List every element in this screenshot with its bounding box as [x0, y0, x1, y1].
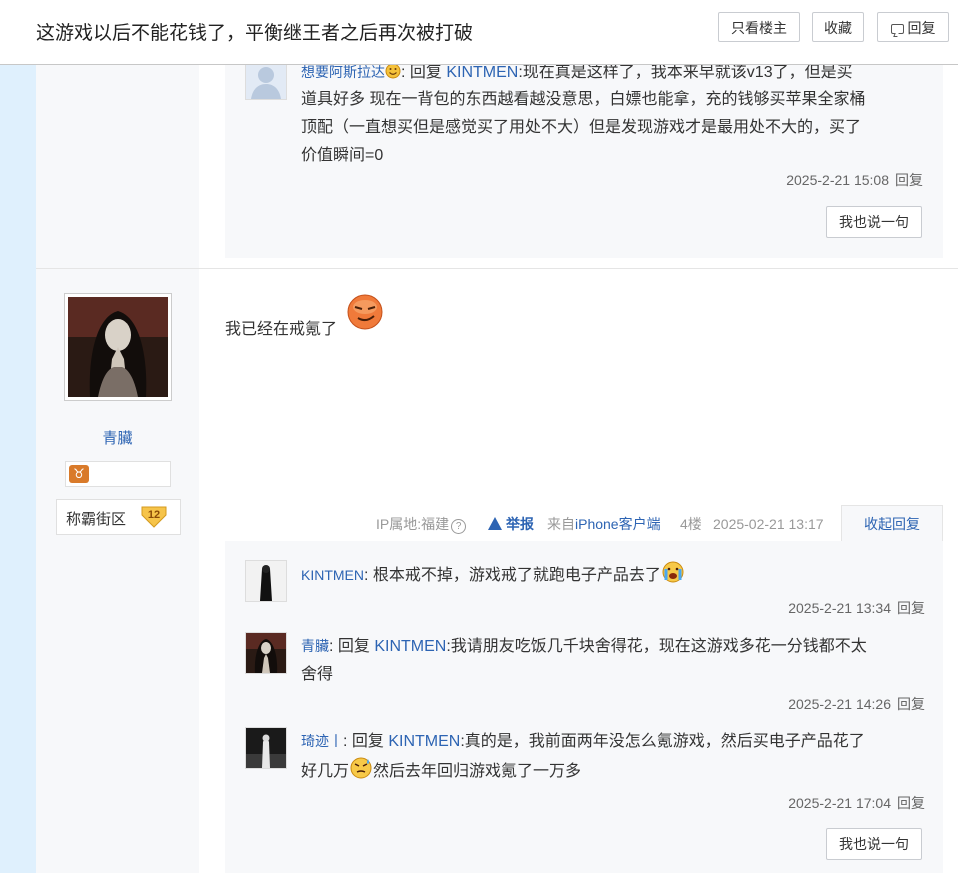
- post-date: 2025-02-21 13:17: [713, 516, 824, 532]
- reply-button-label: 回复: [907, 20, 936, 36]
- author-name[interactable]: 青臟: [36, 427, 199, 448]
- crying-emoji-icon: [662, 561, 684, 583]
- left-sidebar-strip: [0, 0, 36, 873]
- smile-emoji-icon: [385, 63, 401, 79]
- comment-time: 2025-2-21 15:08: [786, 172, 889, 188]
- comment-meta: 2025-2-21 17:04 回复: [788, 793, 925, 813]
- comment-line: :真的是，我前面两年没怎么氪游戏，然后买电子产品花了: [460, 733, 865, 750]
- thread-header: 这游戏以后不能花钱了，平衡继王者之后再次被打破 只看楼主 收藏 回复: [0, 0, 958, 65]
- reply-to-link[interactable]: KINTMEN: [374, 638, 446, 655]
- from-prefix: 来自: [547, 516, 575, 532]
- comment-time: 2025-2-21 14:26: [788, 696, 891, 712]
- comment-reply-link[interactable]: 回复: [897, 696, 925, 712]
- reply-button[interactable]: 回复: [877, 12, 949, 42]
- comment-line: 根本戒不掉，游戏戒了就跑电子产品去了: [372, 567, 661, 584]
- comment-time: 2025-2-21 13:34: [788, 600, 891, 616]
- floor-divider: [36, 268, 958, 269]
- comment-line: :现在真是这样了，我本来早就该v13了，但是买: [518, 64, 853, 81]
- reply-to-link[interactable]: KINTMEN: [446, 64, 518, 81]
- thread-title: 这游戏以后不能花钱了，平衡继王者之后再次被打破: [36, 23, 474, 44]
- say-something-button[interactable]: 我也说一句: [826, 828, 922, 860]
- comment-username[interactable]: 想要阿斯拉达: [301, 64, 385, 80]
- author-avatar[interactable]: [64, 293, 172, 401]
- report-link[interactable]: 举报: [488, 507, 534, 541]
- comment-text: KINTMEN: 根本戒不掉，游戏戒了就跑电子产品去了: [301, 560, 925, 590]
- reply-icon: [890, 24, 904, 34]
- comment-box: KINTMEN: 根本戒不掉，游戏戒了就跑电子产品去了 2025-2-21 13…: [225, 541, 943, 873]
- level-badge-icon: 12: [141, 506, 167, 528]
- say-something-button[interactable]: 我也说一句: [826, 206, 922, 238]
- warning-icon: [488, 517, 502, 530]
- client-source: 来自iPhone客户端: [547, 507, 661, 541]
- level-box[interactable]: 称霸街区 12: [56, 499, 181, 535]
- comment-meta: 2025-2-21 13:34 回复: [788, 598, 925, 618]
- help-icon[interactable]: ?: [451, 519, 467, 534]
- taurus-icon: ♉: [69, 465, 89, 483]
- comment-reply-link[interactable]: 回复: [895, 172, 923, 188]
- level-name: 称霸街区: [66, 511, 127, 528]
- sweat-emoji-icon: [350, 757, 372, 779]
- reply-to-link[interactable]: KINTMEN: [388, 733, 460, 750]
- ip-location: IP属地:福建?: [376, 507, 467, 541]
- comment-line: :我请朋友吃饭几千块舍得花，现在这游戏多花一分钱都不太: [446, 638, 867, 655]
- comment-text: 琦迹丨: 回复 KINTMEN:真的是，我前面两年没怎么氪游戏，然后买电子产品花…: [301, 733, 865, 780]
- comment-line: 好几万: [301, 763, 350, 780]
- comment-reply-link[interactable]: 回复: [897, 795, 925, 811]
- comment-username[interactable]: 琦迹丨: [301, 733, 343, 749]
- collapse-replies-button[interactable]: 收起回复: [841, 505, 943, 542]
- comment-username[interactable]: KINTMEN: [301, 567, 364, 583]
- comment-reply-link[interactable]: 回复: [897, 600, 925, 616]
- reply-prefix: 回复: [337, 638, 370, 655]
- comment-username[interactable]: 青臟: [301, 638, 329, 654]
- comment-line: 顶配（一直想买但是感觉买了用处不大）但是发现游戏才是最用处不大的，买了: [301, 119, 862, 136]
- author-badge-row: ♉: [65, 461, 171, 487]
- only-author-button[interactable]: 只看楼主: [718, 12, 800, 42]
- reply-prefix: 回复: [351, 733, 384, 750]
- comment-meta: 2025-2-21 14:26 回复: [788, 694, 925, 714]
- favorite-button[interactable]: 收藏: [812, 12, 864, 42]
- comment-avatar[interactable]: [245, 632, 287, 674]
- smirk-emoji-icon: [347, 294, 383, 330]
- reply-prefix: 回复: [409, 64, 442, 81]
- comment-line: 价值瞬间=0: [301, 147, 384, 164]
- report-label: 举报: [506, 516, 534, 532]
- comment-text: 想要阿斯拉达: 回复 KINTMEN:现在真是这样了，我本来早就该v13了，但是…: [301, 58, 925, 170]
- post-content: 我已经在戒氪了: [225, 321, 338, 338]
- comment-text: 青臟: 回复 KINTMEN:我请朋友吃饭几千块舍得花，现在这游戏多花一分钱都不…: [301, 632, 925, 689]
- comment-avatar[interactable]: [245, 560, 287, 602]
- comment-box-previous: 想要阿斯拉达: 回复 KINTMEN:现在真是这样了，我本来早就该v13了，但是…: [225, 58, 943, 258]
- comment-line: 舍得: [301, 666, 334, 683]
- comment-line: 道具好多 现在一背包的东西越看越没意思，白嫖也能拿，充的钱够买苹果全家桶: [301, 91, 866, 108]
- svg-text:12: 12: [148, 509, 160, 521]
- comment-line: 然后去年回归游戏氪了一万多: [373, 763, 582, 780]
- client-link[interactable]: iPhone客户端: [575, 516, 661, 532]
- comment-time: 2025-2-21 17:04: [788, 795, 891, 811]
- comment-meta: 2025-2-21 15:08 回复: [786, 170, 923, 190]
- ip-text: IP属地:福建: [376, 516, 450, 532]
- comment-avatar[interactable]: [245, 727, 287, 769]
- floor-number: 4楼: [680, 516, 702, 532]
